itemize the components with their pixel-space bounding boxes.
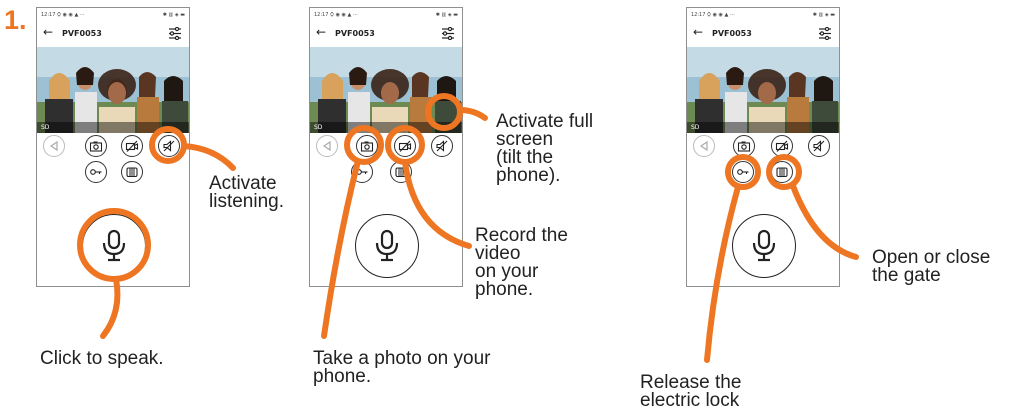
status-bar: 12:17 ⛭ ◉ ◉ ▲ ··· ✱ ▥ ◈ ▬ bbox=[41, 12, 185, 18]
sliders-icon[interactable] bbox=[168, 27, 182, 40]
stream-quality-bar: SD bbox=[687, 122, 839, 133]
gate-button[interactable] bbox=[390, 161, 412, 183]
listen-button[interactable] bbox=[808, 135, 830, 157]
callout-line-fullscreen bbox=[457, 107, 488, 121]
label-take-photo: Take a photo on your phone. bbox=[313, 348, 491, 387]
back-arrow-icon[interactable]: ← bbox=[43, 26, 53, 38]
talk-button[interactable] bbox=[82, 214, 146, 278]
quality-label: SD bbox=[41, 124, 50, 131]
label-open-close-gate: Open or close the gate bbox=[872, 247, 991, 286]
video-off-icon bbox=[398, 140, 412, 152]
back-ring-button[interactable] bbox=[43, 135, 65, 157]
lock-button[interactable] bbox=[85, 161, 107, 183]
talk-button[interactable] bbox=[355, 214, 419, 278]
back-ring-button[interactable] bbox=[693, 135, 715, 157]
record-button[interactable] bbox=[771, 135, 793, 157]
key-icon bbox=[737, 169, 749, 175]
sliders-icon[interactable] bbox=[818, 27, 832, 40]
camera-icon bbox=[89, 141, 103, 152]
gate-icon bbox=[395, 167, 407, 178]
phone-screen-2: 12:17 ⛭ ◉ ◉ ▲ ··· ✱ ▥ ◈ ▬ ← PVF0053 SD bbox=[309, 7, 463, 287]
snapshot-button[interactable] bbox=[733, 135, 755, 157]
speaker-mute-icon bbox=[436, 140, 448, 152]
stream-quality-bar: SD bbox=[310, 122, 462, 133]
lock-button[interactable] bbox=[351, 161, 373, 183]
app-header: ← PVF0053 bbox=[687, 21, 839, 47]
record-button[interactable] bbox=[121, 135, 143, 157]
app-header: ← PVF0053 bbox=[310, 21, 462, 47]
sliders-icon[interactable] bbox=[441, 27, 455, 40]
microphone-icon bbox=[102, 229, 126, 262]
gate-icon bbox=[126, 167, 138, 178]
quality-label: SD bbox=[314, 124, 323, 131]
record-button[interactable] bbox=[394, 135, 416, 157]
callout-line-speak bbox=[100, 276, 121, 339]
camera-icon bbox=[737, 141, 751, 152]
snapshot-button[interactable] bbox=[85, 135, 107, 157]
phone-screen-1: 12:17 ⛭ ◉ ◉ ▲ ··· ✱ ▥ ◈ ▬ ← PVF0053 SD bbox=[36, 7, 190, 287]
talk-button[interactable] bbox=[732, 214, 796, 278]
gate-button[interactable] bbox=[121, 161, 143, 183]
step-number: 1. bbox=[4, 5, 27, 35]
listen-button[interactable] bbox=[431, 135, 453, 157]
back-arrow-icon[interactable]: ← bbox=[693, 26, 703, 38]
key-icon bbox=[90, 169, 102, 175]
quality-label: SD bbox=[691, 124, 700, 131]
snapshot-button[interactable] bbox=[356, 135, 378, 157]
callout-line-listen bbox=[181, 143, 236, 171]
gate-button[interactable] bbox=[771, 161, 793, 183]
video-off-icon bbox=[775, 140, 789, 152]
microphone-icon bbox=[752, 229, 776, 262]
app-header: ← PVF0053 bbox=[37, 21, 189, 47]
status-bar: 12:17 ⛭ ◉ ◉ ▲ ··· ✱ ▥ ◈ ▬ bbox=[691, 12, 835, 18]
key-icon bbox=[356, 169, 368, 175]
speaker-mute-icon bbox=[163, 140, 175, 152]
device-title: PVF0053 bbox=[712, 29, 752, 38]
label-activate-full-screen: Activate full screen (tilt the phone). bbox=[496, 111, 594, 186]
video-off-icon bbox=[125, 140, 139, 152]
label-click-to-speak: Click to speak. bbox=[40, 348, 164, 369]
status-bar: 12:17 ⛭ ◉ ◉ ▲ ··· ✱ ▥ ◈ ▬ bbox=[314, 12, 458, 18]
stream-quality-bar: SD bbox=[37, 122, 189, 133]
phone-screen-3: 12:17 ⛭ ◉ ◉ ▲ ··· ✱ ▥ ◈ ▬ ← PVF0053 SD bbox=[686, 7, 840, 287]
listen-button[interactable] bbox=[158, 135, 180, 157]
device-title: PVF0053 bbox=[335, 29, 375, 38]
label-release-electric-lock: Release the electric lock bbox=[640, 372, 742, 411]
back-arrow-icon[interactable]: ← bbox=[316, 26, 326, 38]
camera-live-view bbox=[37, 47, 189, 133]
speaker-mute-icon bbox=[813, 140, 825, 152]
device-title: PVF0053 bbox=[62, 29, 102, 38]
camera-live-view bbox=[687, 47, 839, 133]
back-ring-button[interactable] bbox=[316, 135, 338, 157]
lock-button[interactable] bbox=[732, 161, 754, 183]
camera-icon bbox=[360, 141, 374, 152]
label-record-video: Record the video on your phone. bbox=[475, 225, 568, 300]
camera-live-view bbox=[310, 47, 462, 133]
microphone-icon bbox=[375, 229, 399, 262]
gate-icon bbox=[776, 167, 788, 178]
label-activate-listening: Activate listening. bbox=[209, 173, 284, 212]
